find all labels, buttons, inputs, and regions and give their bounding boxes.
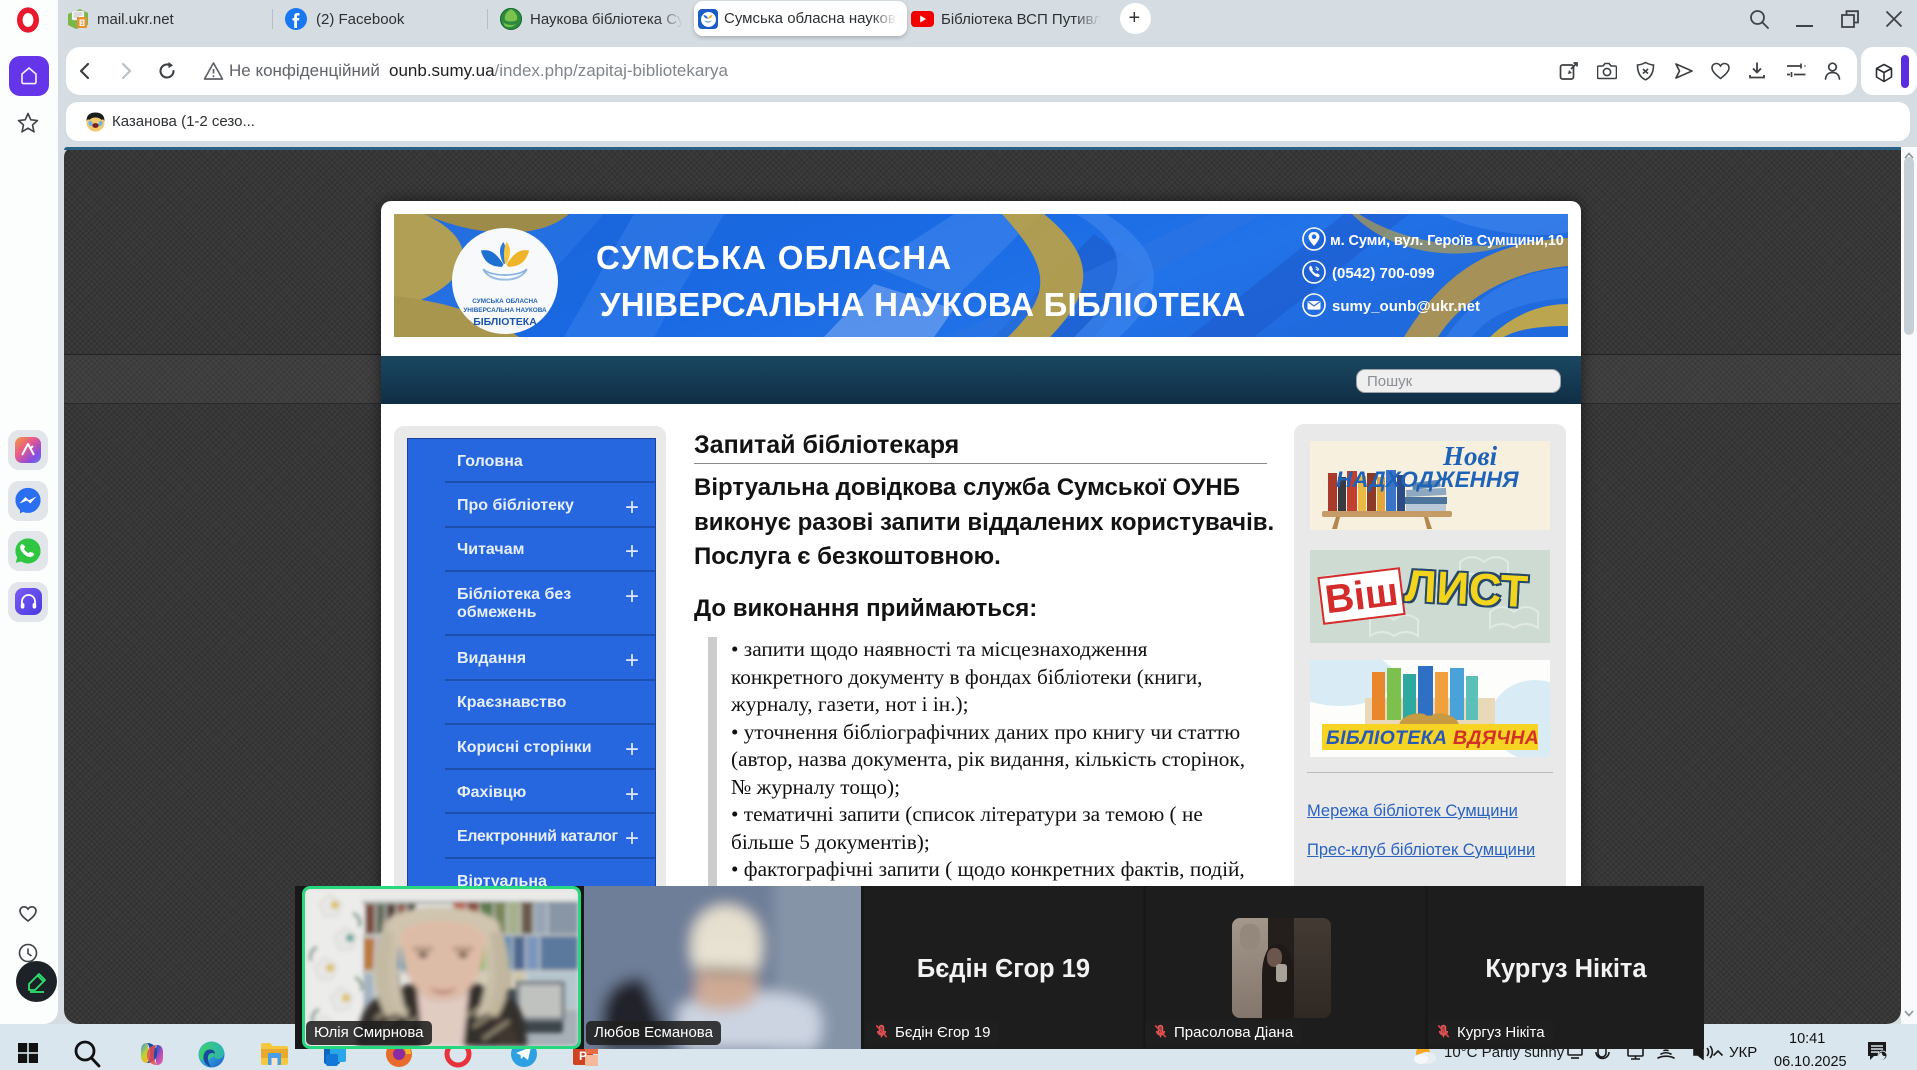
svg-text:P: P	[579, 1049, 587, 1063]
